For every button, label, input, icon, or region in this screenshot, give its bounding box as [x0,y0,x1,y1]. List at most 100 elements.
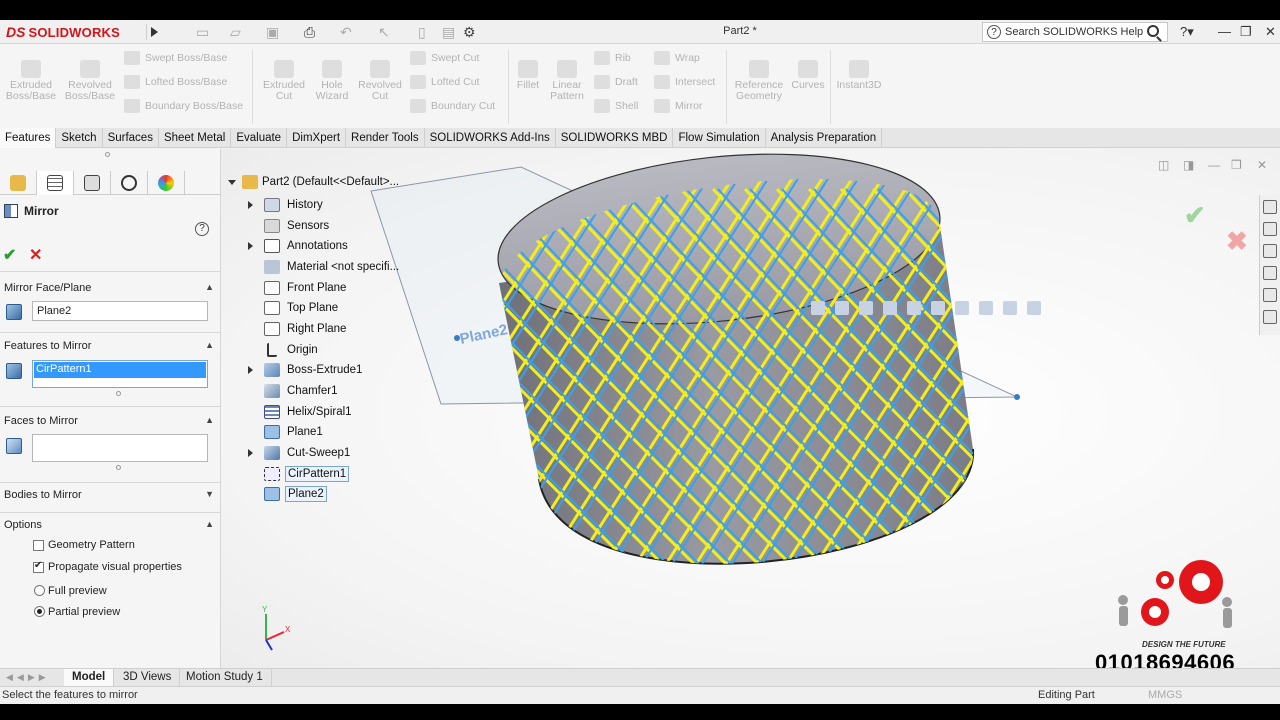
tab-sheet-metal[interactable]: Sheet Metal [159,128,232,148]
tab-features[interactable]: Features [0,128,57,148]
collapse-arrow-icon[interactable] [228,179,236,185]
menu-expand-icon[interactable] [146,24,160,40]
boundary-boss-button[interactable]: Boundary Boss/Base [124,99,243,113]
swept-boss-button[interactable]: Swept Boss/Base [124,51,227,65]
save-icon[interactable]: ▣ [266,24,279,41]
dimxpert-manager-tab[interactable] [111,171,148,195]
cancel-x-icon[interactable]: ✕ [29,245,42,265]
plane-handle[interactable] [1014,394,1020,400]
new-icon[interactable]: ▭ [196,24,209,41]
shell-button[interactable]: Shell [594,99,638,113]
ok-check-icon[interactable]: ✔ [3,245,16,265]
appearances-icon[interactable] [1263,288,1277,302]
tab-model[interactable]: Model [64,669,115,687]
lofted-boss-button[interactable]: Lofted Boss/Base [124,75,227,89]
tab-dimxpert[interactable]: DimXpert [287,128,347,148]
file-explorer-icon[interactable] [1263,244,1277,258]
expand-arrow-icon[interactable] [248,449,253,457]
tab-surfaces[interactable]: Surfaces [103,128,159,148]
search-icon[interactable] [1147,25,1159,37]
group-faces-to-mirror[interactable]: Faces to Mirror ▲ [4,415,216,427]
tab-3d-views[interactable]: 3D Views [115,669,181,687]
file-properties-icon[interactable]: ▤ [442,24,455,41]
solidworks-logo[interactable]: DS SOLIDWORKS [6,23,120,41]
faces-to-mirror-list[interactable] [32,434,208,462]
features-to-mirror-list[interactable]: CirPattern1 [32,360,208,388]
expand-arrow-icon[interactable] [248,242,253,250]
collapse-chevron-icon[interactable]: ▲ [205,340,214,350]
group-options[interactable]: Options ▲ [4,519,216,531]
intersect-button[interactable]: Intersect [654,75,715,89]
list-resize-grip-icon[interactable] [116,391,121,396]
fillet-button[interactable]: Fillet [512,60,544,91]
collapse-chevron-icon[interactable]: ▲ [205,415,214,425]
confirm-cancel-icon[interactable]: ✖ [1226,226,1248,257]
confirm-ok-icon[interactable]: ✔ [1184,200,1206,231]
design-library-icon[interactable] [1263,222,1277,236]
print-icon[interactable]: ⎙ [304,24,315,41]
expand-arrow-icon[interactable] [248,366,253,374]
rib-button[interactable]: Rib [594,51,631,65]
collapse-chevron-icon[interactable]: ▲ [205,519,214,529]
group-bodies-to-mirror[interactable]: Bodies to Mirror ▼ [4,489,216,501]
section-view-icon[interactable] [883,301,897,315]
collapse-chevron-icon[interactable]: ▲ [205,282,214,292]
hole-wizard-button[interactable]: Hole Wizard [310,60,354,102]
mirror-plane-field[interactable]: Plane2 [32,301,208,321]
group-features-to-mirror[interactable]: Features to Mirror ▲ [4,340,216,352]
rebuild-icon[interactable]: ▯ [418,24,426,41]
view-palette-icon[interactable] [1263,266,1277,280]
undo-icon[interactable]: ↶ [340,24,352,41]
view-orientation-icon[interactable] [907,301,921,315]
options-gear-icon[interactable]: ⚙ [463,24,476,41]
display-style-icon[interactable] [931,301,945,315]
extruded-cut-button[interactable]: Extruded Cut [258,60,310,102]
full-preview-radio[interactable] [34,585,45,596]
close-icon[interactable]: ✕ [1265,24,1276,40]
minimize-icon[interactable]: — [1218,24,1231,39]
curves-button[interactable]: Curves [790,60,826,91]
mirror-button[interactable]: Mirror [654,99,702,113]
status-units[interactable]: MMGS [1148,689,1182,701]
tab-sketch[interactable]: Sketch [56,128,103,148]
apply-scene-icon[interactable] [1003,301,1017,315]
home-icon[interactable] [1263,200,1277,214]
instant3d-button[interactable]: Instant3D [834,60,884,91]
expand-arrow-icon[interactable] [248,201,253,209]
search-help-box[interactable]: ? Search SOLIDWORKS Help [982,22,1168,42]
doc-expand-icon[interactable]: ◨ [1183,158,1194,172]
custom-properties-icon[interactable] [1263,310,1277,324]
feature-manager-tab[interactable] [0,171,37,195]
tab-motion-study-1[interactable]: Motion Study 1 [178,669,272,687]
propagate-visual-checkbox[interactable] [33,560,44,573]
edit-appearance-icon[interactable] [979,301,993,315]
wrap-button[interactable]: Wrap [654,51,700,65]
previous-view-icon[interactable] [859,301,873,315]
linear-pattern-button[interactable]: Linear Pattern [546,60,588,102]
configuration-manager-tab[interactable] [74,171,111,195]
help-icon[interactable]: ?▾ [1180,24,1194,40]
tab-solidworks-mbd[interactable]: SOLIDWORKS MBD [556,128,674,148]
property-manager-tab[interactable] [37,171,74,195]
boundary-cut-button[interactable]: Boundary Cut [410,99,495,113]
open-icon[interactable]: ▱ [230,24,241,41]
doc-restore-icon[interactable]: ❐ [1231,158,1242,172]
help-icon[interactable]: ? [195,222,209,236]
reference-geometry-button[interactable]: Reference Geometry [730,60,788,102]
expand-chevron-icon[interactable]: ▼ [205,489,214,499]
swept-cut-button[interactable]: Swept Cut [410,51,479,65]
revolved-cut-button[interactable]: Revolved Cut [354,60,406,102]
doc-tile-icon[interactable]: ◫ [1158,158,1169,172]
tab-render-tools[interactable]: Render Tools [346,128,425,148]
group-mirror-face-plane[interactable]: Mirror Face/Plane ▲ [4,282,216,294]
plane-handle[interactable] [454,335,460,341]
lofted-cut-button[interactable]: Lofted Cut [410,75,479,89]
hide-show-icon[interactable] [955,301,969,315]
view-settings-icon[interactable] [1027,301,1041,315]
extruded-boss-button[interactable]: Extruded Boss/Base [4,60,58,102]
tab-evaluate[interactable]: Evaluate [231,128,288,148]
zoom-fit-icon[interactable] [811,301,825,315]
tab-flow-simulation[interactable]: Flow Simulation [673,128,766,148]
zoom-area-icon[interactable] [835,301,849,315]
tab-analysis-preparation[interactable]: Analysis Preparation [766,128,883,148]
